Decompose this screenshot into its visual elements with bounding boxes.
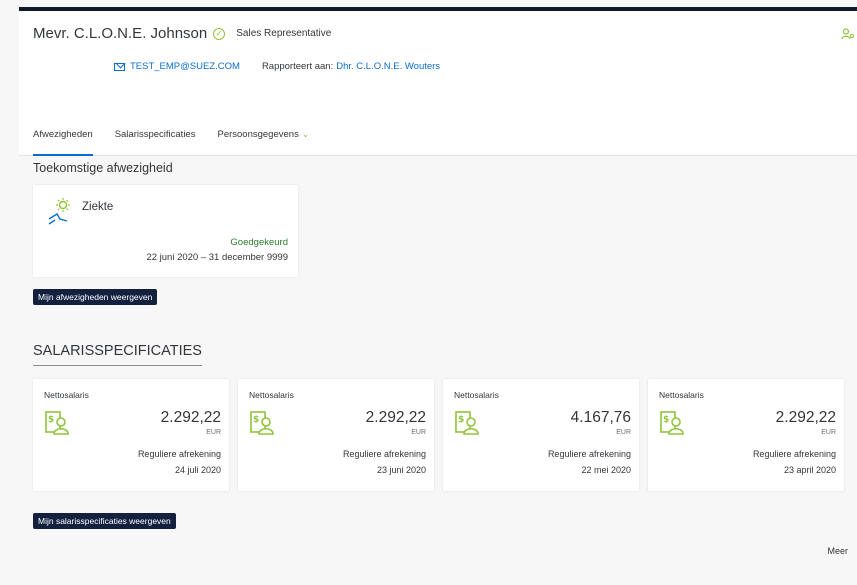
tab-label: Salarisspecificaties: [114, 129, 196, 140]
tab-absences[interactable]: Afwezigheden: [33, 127, 93, 156]
payslip-label: Nettosalaris: [454, 390, 499, 400]
sun-lounger-icon: [48, 198, 70, 225]
payslip-person-icon: $: [455, 411, 479, 435]
mail-icon: [114, 62, 125, 71]
payslip-currency: EUR: [616, 429, 631, 436]
payslip-currency: EUR: [206, 429, 221, 436]
main-content: Toekomstige afwezigheid Ziekte Goedgekeu…: [19, 156, 857, 585]
payslip-amount: 2.292,22: [365, 409, 426, 426]
svg-text:$: $: [663, 415, 669, 425]
payslip-card[interactable]: Nettosalaris $ 2.292,22 EUR Reguliere af…: [33, 379, 229, 491]
section-title-payslips: SALARISSPECIFICATIES: [33, 343, 202, 366]
payslip-type: Reguliere afrekening: [547, 449, 631, 459]
tab-bar: Afwezigheden Salarisspecificaties Persoo…: [33, 127, 331, 156]
tab-personal-data[interactable]: Persoonsgegevens ⌄: [217, 127, 309, 156]
chevron-down-icon: ⌄: [301, 129, 310, 139]
payslip-date: 22 mei 2020: [581, 465, 631, 475]
payslip-currency: EUR: [821, 429, 836, 436]
payslip-person-icon: $: [250, 411, 274, 435]
payslip-amount: 2.292,22: [775, 409, 836, 426]
payslip-type: Reguliere afrekening: [137, 449, 221, 459]
view-payslips-button[interactable]: Mijn salarisspecificaties weergeven: [33, 513, 176, 529]
tab-payslips[interactable]: Salarisspecificaties: [115, 127, 196, 156]
payslip-label: Nettosalaris: [249, 390, 294, 400]
profile-header: Mevr. C.L.O.N.E. Johnson ✓ Sales Represe…: [19, 11, 857, 156]
tab-label: Persoonsgegevens: [217, 129, 299, 140]
person-key-icon[interactable]: [841, 28, 855, 40]
employee-role: Sales Representative: [236, 28, 332, 39]
payslip-date: 23 april 2020: [783, 465, 836, 475]
more-link[interactable]: Meer: [827, 546, 848, 556]
svg-text:$: $: [253, 415, 259, 425]
payslip-person-icon: $: [660, 411, 684, 435]
name-row: Mevr. C.L.O.N.E. Johnson ✓ Sales Represe…: [33, 25, 331, 42]
payslip-amount: 2.292,22: [160, 409, 221, 426]
tab-label: Afwezigheden: [33, 129, 93, 140]
section-title-absences: Toekomstige afwezigheid: [33, 161, 173, 175]
payslip-amount: 4.167,76: [570, 409, 631, 426]
reports-to-label: Rapporteert aan:: [261, 61, 334, 72]
absence-dates: 22 juni 2020 – 31 december 9999: [146, 252, 288, 263]
payslip-type: Reguliere afrekening: [342, 449, 426, 459]
payslip-label: Nettosalaris: [44, 390, 89, 400]
payslip-date: 23 juni 2020: [376, 465, 426, 475]
absence-card[interactable]: Ziekte Goedgekeurd 22 juni 2020 – 31 dec…: [33, 185, 298, 277]
payslip-label: Nettosalaris: [659, 390, 704, 400]
check-circle-icon: ✓: [213, 27, 226, 40]
payslip-card[interactable]: Nettosalaris $ 2.292,22 EUR Reguliere af…: [648, 379, 844, 491]
payslip-date: 24 juli 2020: [174, 465, 221, 475]
payslip-card[interactable]: Nettosalaris $ 2.292,22 EUR Reguliere af…: [238, 379, 434, 491]
payslip-card[interactable]: Nettosalaris $ 4.167,76 EUR Reguliere af…: [443, 379, 639, 491]
payslip-currency: EUR: [411, 429, 426, 436]
svg-text:$: $: [458, 415, 464, 425]
employee-name: Mevr. C.L.O.N.E. Johnson: [33, 25, 208, 42]
payslip-type: Reguliere afrekening: [752, 449, 836, 459]
svg-text:$: $: [48, 415, 54, 425]
contact-row: TEST_EMP@SUEZ.COM Rapporteert aan: Dhr. …: [114, 61, 440, 72]
view-absences-button[interactable]: Mijn afwezigheden weergeven: [33, 289, 158, 305]
absence-status: Goedgekeurd: [230, 237, 288, 248]
email-link[interactable]: TEST_EMP@SUEZ.COM: [130, 61, 240, 72]
absence-type: Ziekte: [82, 201, 114, 213]
payslip-person-icon: $: [45, 411, 69, 435]
manager-link[interactable]: Dhr. C.L.O.N.E. Wouters: [336, 61, 440, 72]
